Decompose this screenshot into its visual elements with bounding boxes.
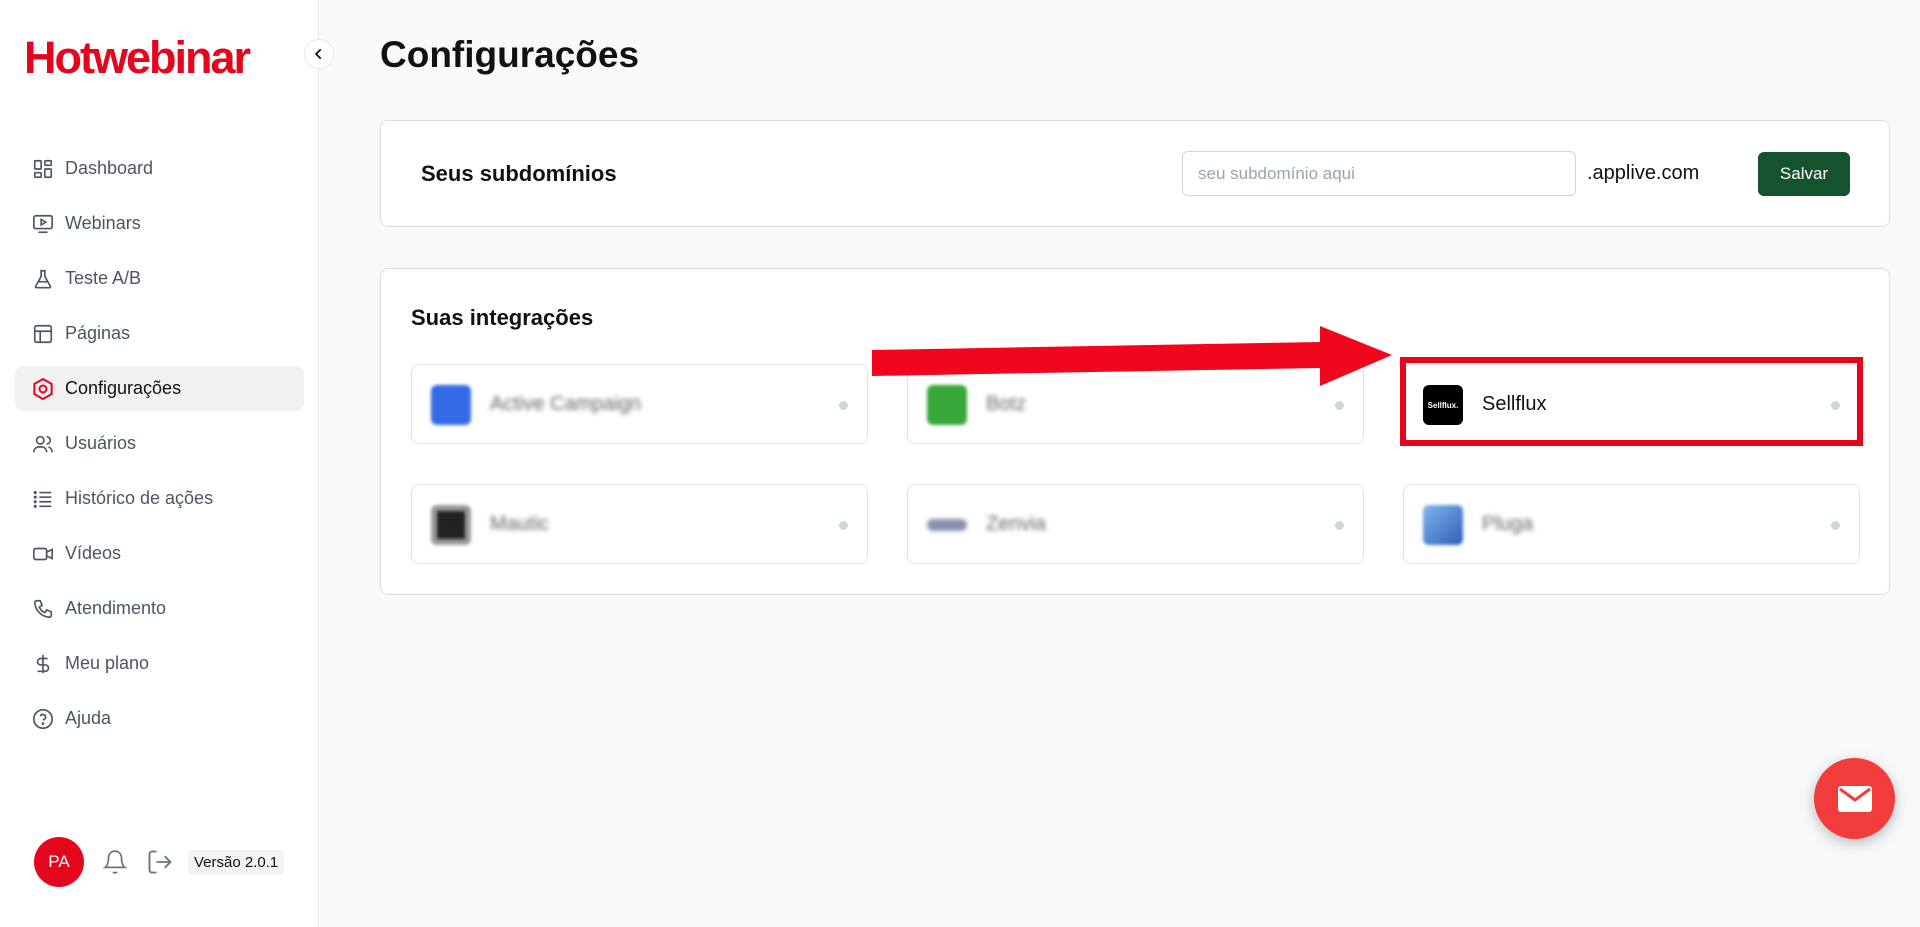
sidebar-item-label: Vídeos: [65, 543, 122, 563]
status-dot: [1831, 521, 1840, 530]
integration-name: Sellflux: [1482, 393, 1547, 415]
dashboard-grid-icon: [30, 156, 56, 182]
integration-name: Zenvia: [986, 513, 1047, 535]
status-dot: [839, 401, 848, 410]
sidebar-item-meu-plano[interactable]: Meu plano: [15, 641, 304, 686]
dollar-icon: [30, 651, 56, 677]
mail-icon: [1837, 785, 1872, 812]
botz-logo-icon: [927, 385, 967, 425]
sidebar-item-label: Teste A/B: [65, 268, 142, 288]
phone-icon: [30, 596, 56, 622]
sidebar-item-label: Dashboard: [65, 158, 154, 178]
mautic-logo-icon: [431, 505, 471, 545]
sidebar-item-configuracoes[interactable]: Configurações: [15, 366, 304, 411]
sidebar-item-dashboard[interactable]: Dashboard: [15, 146, 304, 191]
save-button[interactable]: Salvar: [1758, 152, 1850, 196]
status-dot: [1831, 401, 1840, 410]
sellflux-logo-icon: Sellflux.: [1423, 385, 1463, 425]
subdomains-card: Seus subdomínios .applive.com Salvar: [380, 120, 1890, 227]
video-camera-icon: [30, 541, 56, 567]
integration-botz[interactable]: Botz: [907, 364, 1364, 444]
sidebar-item-usuarios[interactable]: Usuários: [15, 421, 304, 466]
contact-fab-button[interactable]: [1814, 758, 1895, 839]
sidebar-item-label: Meu plano: [65, 653, 150, 673]
status-dot: [1335, 401, 1344, 410]
sidebar-item-teste-ab[interactable]: Teste A/B: [15, 256, 304, 301]
integrations-title: Suas integrações: [411, 305, 594, 330]
sidebar: Hotwebinar Dashboard Webinars Teste A/B …: [0, 0, 319, 927]
chevron-left-icon: [312, 47, 326, 61]
sidebar-item-webinars[interactable]: Webinars: [15, 201, 304, 246]
sidebar-item-historico[interactable]: Histórico de ações: [15, 476, 304, 521]
zenvia-logo-icon: [927, 519, 967, 531]
sidebar-item-ajuda[interactable]: Ajuda: [15, 696, 304, 741]
page-title: Configurações: [380, 34, 640, 75]
list-icon: [30, 486, 56, 512]
sidebar-item-videos[interactable]: Vídeos: [15, 531, 304, 576]
subdomain-input[interactable]: [1182, 151, 1576, 196]
version-badge: Versão 2.0.1: [188, 849, 285, 875]
gear-icon: [30, 376, 56, 402]
integration-active-campaign[interactable]: Active Campaign: [411, 364, 868, 444]
sidebar-item-label: Webinars: [65, 213, 141, 233]
sidebar-item-atendimento[interactable]: Atendimento: [15, 586, 304, 631]
help-circle-icon: [30, 706, 56, 732]
sidebar-item-label: Atendimento: [65, 598, 167, 618]
subdomains-title: Seus subdomínios: [421, 161, 617, 186]
collapse-sidebar-button[interactable]: [304, 39, 334, 69]
pluga-logo-icon: [1423, 505, 1463, 545]
layout-icon: [30, 321, 56, 347]
sidebar-item-paginas[interactable]: Páginas: [15, 311, 304, 356]
integrations-card: Suas integrações Active Campaign Botz Se…: [380, 268, 1890, 595]
status-dot: [839, 521, 848, 530]
flask-icon: [30, 266, 56, 292]
hotwebinar-logo[interactable]: Hotwebinar: [24, 32, 251, 84]
sidebar-item-label: Histórico de ações: [65, 488, 214, 508]
sidebar-nav: Dashboard Webinars Teste A/B Páginas Con…: [15, 146, 304, 751]
play-monitor-icon: [30, 211, 56, 237]
integration-name: Mautic: [490, 513, 549, 535]
sidebar-footer: PA Versão 2.0.1: [34, 837, 285, 887]
active-campaign-logo-icon: [431, 385, 471, 425]
integration-name: Active Campaign: [490, 393, 642, 415]
subdomain-suffix: .applive.com: [1587, 162, 1700, 184]
status-dot: [1335, 521, 1344, 530]
logout-icon[interactable]: [146, 848, 174, 876]
bell-icon[interactable]: [102, 849, 128, 875]
sidebar-item-label: Configurações: [65, 378, 182, 398]
sidebar-item-label: Usuários: [65, 433, 137, 453]
integration-sellflux[interactable]: Sellflux. Sellflux: [1403, 364, 1860, 444]
integration-zenvia[interactable]: Zenvia: [907, 484, 1364, 564]
avatar[interactable]: PA: [34, 837, 84, 887]
sidebar-item-label: Páginas: [65, 323, 131, 343]
integration-mautic[interactable]: Mautic: [411, 484, 868, 564]
integration-pluga[interactable]: Pluga: [1403, 484, 1860, 564]
sidebar-item-label: Ajuda: [65, 708, 112, 728]
integration-name: Botz: [986, 393, 1027, 415]
integration-name: Pluga: [1482, 513, 1534, 535]
users-icon: [30, 431, 56, 457]
